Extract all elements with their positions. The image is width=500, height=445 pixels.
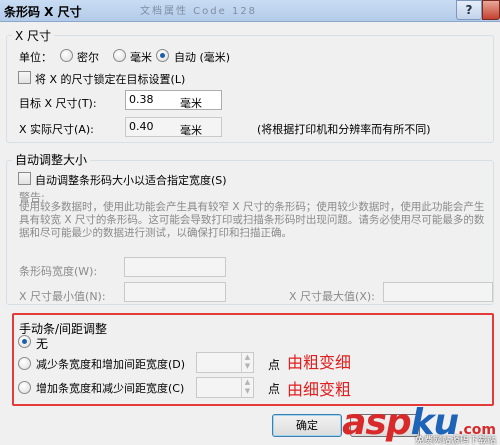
barcode-width-input xyxy=(124,257,226,277)
aspku-watermark: aspku.com 免费网站源码下载站 xyxy=(342,402,496,445)
stepper-up-icon: ▲ xyxy=(244,353,251,361)
help-button[interactable]: ? xyxy=(456,0,482,20)
target-size-input[interactable]: 0.38 xyxy=(125,90,222,110)
actual-size-field: 0.40 xyxy=(125,117,222,137)
manual-option-decrease: 减少条宽度和增加间距宽度(D) xyxy=(36,358,186,371)
stepper-down-icon: ▼ xyxy=(244,362,251,370)
actual-size-label: X 实际尺寸(A): xyxy=(19,123,94,136)
watermark-tagline: 免费网站源码下载站 xyxy=(414,436,496,445)
min-size-label: X 尺寸最小值(N): xyxy=(19,290,106,303)
min-size-input xyxy=(124,282,226,302)
lock-checkbox[interactable] xyxy=(18,71,31,84)
barcode-width-label: 条形码宽度(W): xyxy=(19,265,98,278)
warning-text: 使用较多数据时，使用此功能会产生具有较窄 X 尺寸的条形码；使用较少数据时，使用… xyxy=(19,201,485,239)
decrease-points-stepper: ▲ ▼ xyxy=(241,353,253,373)
unit-radio-auto[interactable] xyxy=(156,49,169,62)
unit-label: 单位： xyxy=(19,51,52,64)
window-title: 条形码 X 尺寸 xyxy=(4,5,82,19)
close-button[interactable] xyxy=(482,0,500,20)
actual-size-note: (将根据打印机和分辨率而有所不同) xyxy=(257,123,431,136)
stepper-down-icon: ▼ xyxy=(244,387,251,395)
x-size-group-title: X 尺寸 xyxy=(12,27,55,44)
unit-radio-mil[interactable] xyxy=(60,49,73,62)
max-size-input xyxy=(383,282,493,302)
watermark-brand-red: asp xyxy=(342,402,411,443)
manual-adjust-group-title: 手动条/间距调整 xyxy=(19,322,108,336)
unit-option-auto: 自动 (毫米) xyxy=(174,51,231,64)
increase-points-stepper: ▲ ▼ xyxy=(241,378,253,398)
manual-radio-decrease[interactable] xyxy=(18,357,31,370)
decrease-points-unit: 点 xyxy=(268,358,281,372)
actual-size-unit: 毫米 xyxy=(180,124,202,137)
ok-button[interactable]: 确定 xyxy=(272,414,342,437)
unit-option-mm: 毫米 xyxy=(130,51,152,64)
target-size-unit: 毫米 xyxy=(180,97,202,110)
auto-adjust-group-title: 自动调整大小 xyxy=(12,151,91,168)
target-size-label: 目标 X 尺寸(T): xyxy=(19,97,97,110)
annotation-bold-to-thin: 由细变粗 xyxy=(287,380,352,399)
unit-radio-mm[interactable] xyxy=(113,49,126,62)
fit-width-label: 自动调整条形码大小以适合指定宽度(S) xyxy=(35,174,227,187)
manual-option-none: 无 xyxy=(36,337,49,351)
annotation-thin-to-bold: 由粗变细 xyxy=(287,353,352,372)
manual-option-increase: 增加条宽度和减少间距宽度(C) xyxy=(36,382,185,395)
fit-width-checkbox[interactable] xyxy=(18,172,31,185)
lock-label: 将 X 的尺寸锁定在目标设置(L) xyxy=(35,73,186,86)
background-tabs: 文档属性 Code 128 xyxy=(140,6,258,17)
increase-points-unit: 点 xyxy=(268,382,281,396)
max-size-label: X 尺寸最大值(X): xyxy=(289,290,375,303)
manual-radio-none[interactable] xyxy=(18,335,31,348)
unit-option-mil: 密尔 xyxy=(77,51,99,64)
stepper-up-icon: ▲ xyxy=(244,378,251,386)
manual-radio-increase[interactable] xyxy=(18,381,31,394)
